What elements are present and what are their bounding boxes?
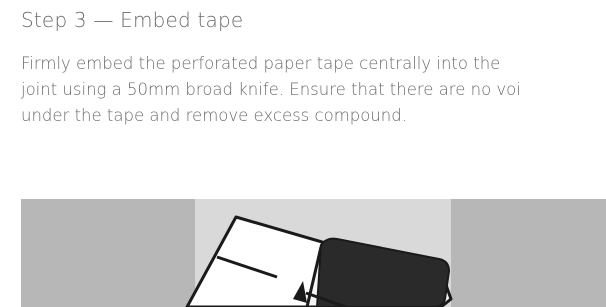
step-illustration	[21, 199, 606, 307]
broad-knife-illustration	[185, 199, 453, 307]
step-description-line-1: Firmly embed the perforated paper tape c…	[21, 54, 501, 73]
step-title: Step 3 — Embed tape	[21, 8, 244, 32]
step-description-line-3: under the tape and remove excess compoun…	[21, 106, 407, 125]
step-description-line-2: joint using a 50mm broad knife. Ensure t…	[21, 80, 521, 99]
step-description: Firmly embed the perforated paper tape c…	[21, 51, 606, 129]
